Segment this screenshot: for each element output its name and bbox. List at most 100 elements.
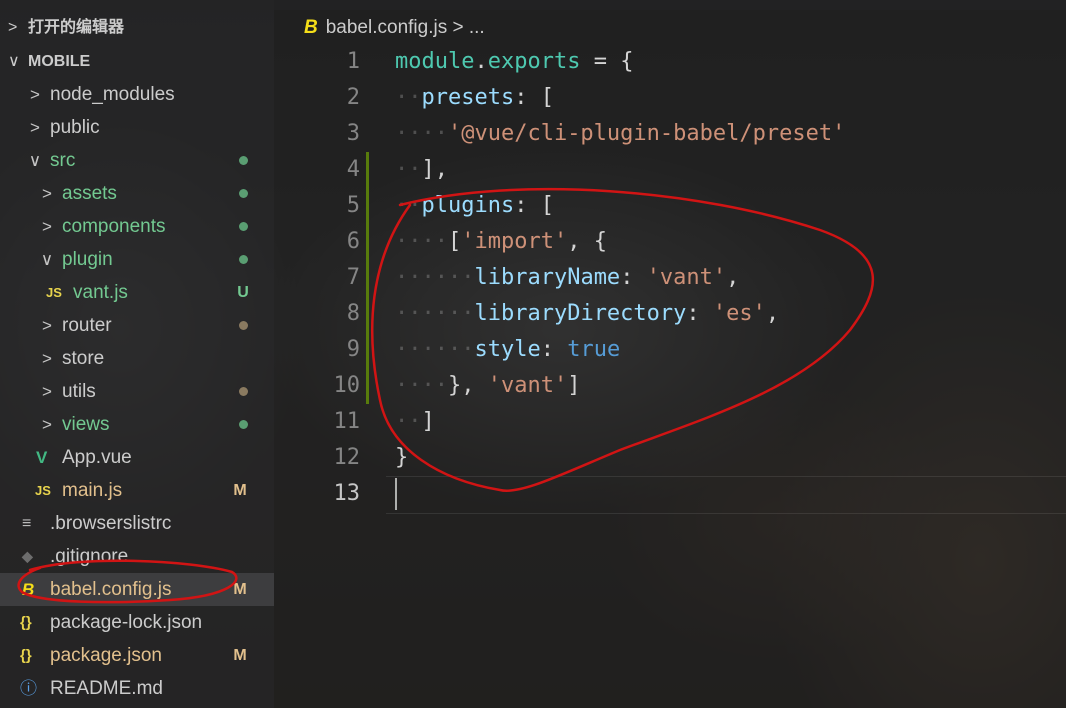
- tree-item-label: App.vue: [62, 447, 132, 468]
- tree-item-label: src: [50, 150, 76, 171]
- js-file-icon: JS: [35, 483, 51, 498]
- tree-item-label: assets: [62, 183, 117, 204]
- line-number: 9: [346, 337, 360, 362]
- git-status-dot: [236, 177, 250, 210]
- tree-item-vant-js[interactable]: JS vant.js U: [0, 276, 274, 309]
- git-status-modified: M: [233, 647, 247, 664]
- babel-file-icon: B: [22, 580, 35, 599]
- line-number: 2: [346, 85, 360, 110]
- code-editor[interactable]: Bbabel.config.js > ... 1 2 3 4 5 6 7 8 9…: [274, 0, 1066, 708]
- code-line-2: ··presets: [: [395, 85, 554, 110]
- line-number: 7: [346, 265, 360, 290]
- open-editors-title: 打开的编辑器: [28, 19, 125, 36]
- tree-item-assets[interactable]: > assets: [0, 177, 274, 210]
- line-number: 8: [346, 301, 360, 326]
- js-file-icon: JS: [46, 285, 62, 300]
- tree-item-label: components: [62, 216, 166, 237]
- git-status-dot: [236, 243, 250, 276]
- chevron-down-icon: ∨: [8, 53, 20, 70]
- tree-item-readme[interactable]: ⓘ README.md: [0, 672, 274, 705]
- tree-item-public[interactable]: > public: [0, 111, 274, 144]
- git-status-modified: M: [233, 581, 247, 598]
- project-title: MOBILE: [28, 53, 91, 70]
- open-editors-section[interactable]: > 打开的编辑器: [0, 11, 124, 44]
- line-number: 13: [333, 481, 361, 506]
- tree-item-babel-config[interactable]: B babel.config.js M: [0, 573, 274, 606]
- info-icon: ⓘ: [20, 679, 37, 698]
- tree-item-label: README.md: [50, 678, 163, 699]
- chevron-right-icon: >: [30, 85, 40, 104]
- line-number: 3: [346, 121, 360, 146]
- git-status-dot: [236, 210, 250, 243]
- tree-item-label: router: [62, 315, 112, 336]
- git-file-icon: ◆: [22, 548, 33, 564]
- project-section[interactable]: ∨ MOBILE: [0, 45, 90, 78]
- git-status-modified: M: [233, 482, 247, 499]
- code-line-5: ··plugins: [: [395, 193, 554, 218]
- chevron-right-icon: >: [42, 316, 52, 335]
- tree-item-views[interactable]: > views: [0, 408, 274, 441]
- breadcrumb-separator: >: [452, 17, 464, 38]
- tree-item-plugin[interactable]: ∨ plugin: [0, 243, 274, 276]
- git-status-dot: [236, 309, 250, 342]
- line-number: 4: [346, 157, 360, 182]
- tree-item-store[interactable]: > store: [0, 342, 274, 375]
- tree-item-label: package-lock.json: [50, 612, 203, 633]
- tree-item-gitignore[interactable]: ◆ .gitignore: [0, 540, 274, 573]
- chevron-right-icon: >: [8, 19, 18, 36]
- tree-item-label: vant.js: [73, 282, 128, 303]
- tree-item-label: babel.config.js: [50, 579, 172, 600]
- current-line-highlight: [386, 476, 1066, 514]
- git-status-dot: [236, 408, 250, 441]
- chevron-right-icon: >: [30, 118, 40, 137]
- line-number: 1: [346, 49, 360, 74]
- babel-file-icon: B: [304, 17, 318, 38]
- json-file-icon: {}: [20, 614, 32, 631]
- breadcrumb[interactable]: Bbabel.config.js > ...: [304, 14, 485, 42]
- tree-item-main-js[interactable]: JS main.js M: [0, 474, 274, 507]
- tree-item-label: .browserslistrc: [50, 513, 172, 534]
- line-number: 12: [333, 445, 361, 470]
- tree-item-label: store: [62, 348, 105, 369]
- tree-item-label: package.json: [50, 645, 162, 666]
- code-line-12: }: [395, 445, 409, 470]
- vue-file-icon: V: [36, 448, 48, 467]
- git-status-dot: [236, 375, 250, 408]
- explorer-sidebar: > 打开的编辑器 ∨ MOBILE > node_modules > public …: [0, 0, 274, 708]
- line-number: 5: [346, 193, 360, 218]
- text-file-icon: ≡: [22, 515, 32, 532]
- chevron-down-icon: ∨: [40, 250, 54, 269]
- tree-item-src[interactable]: ∨ src: [0, 144, 274, 177]
- json-file-icon: {}: [20, 647, 32, 664]
- code-line-9: ······style: true: [395, 337, 621, 362]
- chevron-down-icon: ∨: [28, 151, 42, 170]
- tree-item-router[interactable]: > router: [0, 309, 274, 342]
- code-line-4: ··],: [395, 157, 448, 182]
- code-line-7: ······libraryName: 'vant',: [395, 265, 740, 290]
- code-line-10: ····}, 'vant']: [395, 373, 581, 398]
- chevron-right-icon: >: [42, 349, 52, 368]
- tree-item-node-modules[interactable]: > node_modules: [0, 78, 274, 111]
- breadcrumb-file[interactable]: babel.config.js: [326, 17, 447, 38]
- chevron-right-icon: >: [42, 382, 52, 401]
- tree-item-label: node_modules: [50, 84, 175, 105]
- text-cursor: [395, 478, 397, 510]
- tree-item-label: plugin: [62, 249, 113, 270]
- tree-item-utils[interactable]: > utils: [0, 375, 274, 408]
- tree-item-components[interactable]: > components: [0, 210, 274, 243]
- chevron-right-icon: >: [42, 217, 52, 236]
- chevron-right-icon: >: [42, 415, 52, 434]
- breadcrumb-more[interactable]: ...: [469, 17, 485, 38]
- line-number: 6: [346, 229, 360, 254]
- tree-item-label: utils: [62, 381, 96, 402]
- code-line-8: ······libraryDirectory: 'es',: [395, 301, 780, 326]
- tree-item-label: .gitignore: [50, 546, 129, 567]
- tree-item-package-json[interactable]: {} package.json M: [0, 639, 274, 672]
- tree-item-browserslistrc[interactable]: ≡ .browserslistrc: [0, 507, 274, 540]
- code-line-1: module.exports = {: [395, 49, 634, 74]
- git-change-indicator: [366, 152, 369, 404]
- line-number: 11: [333, 409, 361, 434]
- tree-item-package-lock-json[interactable]: {} package-lock.json: [0, 606, 274, 639]
- tree-item-app-vue[interactable]: V App.vue: [0, 441, 274, 474]
- git-status-untracked: U: [237, 284, 249, 301]
